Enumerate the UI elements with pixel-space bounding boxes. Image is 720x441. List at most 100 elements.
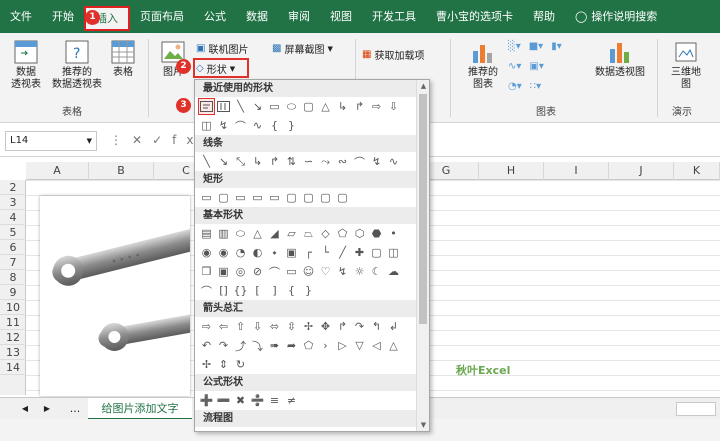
column-header-j[interactable]: J — [609, 162, 674, 180]
multiply-shape[interactable]: ✖ — [233, 393, 248, 408]
up-down-arrow-shape[interactable]: ⇳ — [284, 319, 299, 334]
curved-down-arrow-shape[interactable]: ⤵ — [250, 338, 265, 353]
trapezoid-shape[interactable]: ⏢ — [301, 226, 316, 241]
column-header-i[interactable]: I — [544, 162, 609, 180]
curve-shape[interactable]: ⌒ — [233, 118, 248, 133]
circular-arrow-shape[interactable]: ↻ — [233, 357, 248, 372]
row-header[interactable]: 9 — [0, 285, 26, 300]
dodecagon-shape[interactable]: ◉ — [216, 245, 231, 260]
row-header[interactable]: 10 — [0, 300, 26, 315]
text-box-shape[interactable]: ▤ — [199, 226, 214, 241]
equal-shape[interactable]: ≡ — [267, 393, 282, 408]
more-sheets-button[interactable]: ... — [66, 398, 84, 420]
name-box[interactable]: L14 ▼ — [5, 131, 97, 151]
text-box-shape[interactable] — [198, 98, 215, 115]
smiley-face-shape[interactable]: ☺ — [301, 264, 316, 279]
recommended-charts-button[interactable]: 推荐的 图表 — [462, 39, 504, 91]
scroll-up-icon[interactable]: ▲ — [417, 80, 429, 92]
stock-chart-icon[interactable]: ▮▾ — [551, 41, 562, 52]
cancel-icon[interactable]: ✕ — [132, 133, 152, 147]
hierarchy-chart-icon[interactable]: ■▾ — [529, 41, 543, 52]
flowchart-shape[interactable]: ◫ — [199, 118, 214, 133]
column-chart-icon[interactable]: ░▾ — [508, 41, 521, 52]
online-picture-button[interactable]: ▣ 联机图片 — [196, 41, 248, 56]
row-header[interactable]: 7 — [0, 255, 26, 270]
row-header[interactable]: 12 — [0, 330, 26, 345]
scrollbar-thumb[interactable] — [419, 94, 427, 324]
tab-home[interactable]: 开始 — [42, 0, 84, 33]
round-diagonal-rectangle-shape[interactable]: ▢ — [335, 190, 350, 205]
up-arrow-shape[interactable]: ⇧ — [233, 319, 248, 334]
right-triangle-shape[interactable]: ◢ — [267, 226, 282, 241]
round-corner-rectangle-shape[interactable]: ▢ — [301, 190, 316, 205]
bent-up-arrow-shape[interactable]: ↲ — [386, 319, 401, 334]
donut-shape[interactable]: ◎ — [233, 264, 248, 279]
3d-map-button[interactable]: 三维地 图 — [664, 39, 708, 91]
diagonal-stripe-shape[interactable]: ╱ — [335, 245, 350, 260]
arrow-line-shape[interactable]: ↘ — [250, 99, 265, 114]
scribble-shape[interactable]: ∿ — [250, 118, 265, 133]
quad-arrow-callout-shape[interactable]: ⇕ — [216, 357, 231, 372]
u-turn-arrow-shape[interactable]: ↷ — [352, 319, 367, 334]
bent-arrow-shape[interactable]: ↱ — [335, 319, 350, 334]
curved-left-arrow-shape[interactable]: ↷ — [216, 338, 231, 353]
wrench-picture[interactable]: • • • • — [40, 196, 190, 396]
pentagon-arrow-shape[interactable]: ⬠ — [301, 338, 316, 353]
snip-round-rectangle-shape[interactable]: ▢ — [284, 190, 299, 205]
curved-right-arrow-shape[interactable]: ↶ — [199, 338, 214, 353]
elbow-double-arrow-shape[interactable]: ⇅ — [284, 154, 299, 169]
sheet-tab-active[interactable]: 给图片添加文字 — [88, 398, 192, 420]
line-shape[interactable]: ╲ — [233, 99, 248, 114]
tab-page-layout[interactable]: 页面布局 — [130, 0, 194, 33]
scribble-shape[interactable]: ∿ — [386, 154, 401, 169]
triangle-shape[interactable]: △ — [318, 99, 333, 114]
curve-shape[interactable]: ⌒ — [352, 154, 367, 169]
down-arrow-callout-shape[interactable]: ▽ — [352, 338, 367, 353]
teardrop-shape[interactable]: ⬩ — [267, 245, 282, 260]
elbow-connector-shape[interactable]: ↳ — [250, 154, 265, 169]
cloud-shape[interactable]: ☁ — [386, 264, 401, 279]
snip-diagonal-rectangle-shape[interactable]: ▭ — [267, 190, 282, 205]
right-arrow-shape[interactable]: ⇨ — [199, 319, 214, 334]
statistic-chart-icon[interactable]: ▣▾ — [529, 61, 543, 72]
lightning-bolt-shape[interactable]: ↯ — [335, 264, 350, 279]
l-shape[interactable]: └ — [318, 245, 333, 260]
row-header[interactable]: 5 — [0, 225, 26, 240]
scroll-left-icon[interactable]: ◀ — [18, 398, 32, 420]
arrow-line-shape[interactable]: ↘ — [216, 154, 231, 169]
line-shape[interactable]: ╲ — [199, 154, 214, 169]
divide-shape[interactable]: ➗ — [250, 393, 265, 408]
tab-help[interactable]: 帮助 — [523, 0, 565, 33]
curved-double-arrow-shape[interactable]: ∾ — [335, 154, 350, 169]
round-same-side-rectangle-shape[interactable]: ▢ — [318, 190, 333, 205]
snip-corner-rectangle-shape[interactable]: ▭ — [233, 190, 248, 205]
right-arrow-shape[interactable]: ⇨ — [369, 99, 384, 114]
vertical-text-box-shape[interactable]: ▥ — [216, 226, 231, 241]
left-bracket-shape[interactable]: [ — [250, 283, 265, 298]
cross-shape[interactable]: ✚ — [352, 245, 367, 260]
left-right-arrow-shape[interactable]: ⬄ — [267, 319, 282, 334]
column-header-b[interactable]: B — [89, 162, 154, 180]
elbow-arrow-shape[interactable]: ↱ — [267, 154, 282, 169]
pie-shape[interactable]: ◔ — [233, 245, 248, 260]
left-right-up-arrow-shape[interactable]: ✥ — [318, 319, 333, 334]
arc-shape[interactable]: ⌒ — [199, 283, 214, 298]
line-chart-icon[interactable]: ∿▾ — [508, 61, 521, 72]
rounded-rectangle-shape[interactable]: ▢ — [216, 190, 231, 205]
minus-shape[interactable]: ➖ — [216, 393, 231, 408]
half-frame-shape[interactable]: ┌ — [301, 245, 316, 260]
down-arrow-shape[interactable]: ⇩ — [250, 319, 265, 334]
rounded-rectangle-shape[interactable]: ▢ — [301, 99, 316, 114]
rectangle-shape[interactable]: ▭ — [199, 190, 214, 205]
curved-up-arrow-shape[interactable]: ⤴ — [233, 338, 248, 353]
row-header[interactable]: 8 — [0, 270, 26, 285]
sun-shape[interactable]: ☼ — [352, 264, 367, 279]
curved-arrow-shape[interactable]: ⤳ — [318, 154, 333, 169]
tab-view[interactable]: 视图 — [320, 0, 362, 33]
folded-corner-shape[interactable]: ▭ — [284, 264, 299, 279]
row-header[interactable]: 13 — [0, 345, 26, 360]
table-button[interactable]: 表格 — [106, 39, 140, 79]
quad-arrow-shape[interactable]: ✢ — [301, 319, 316, 334]
moon-shape[interactable]: ☾ — [369, 264, 384, 279]
oval-shape[interactable]: ⬭ — [233, 226, 248, 241]
